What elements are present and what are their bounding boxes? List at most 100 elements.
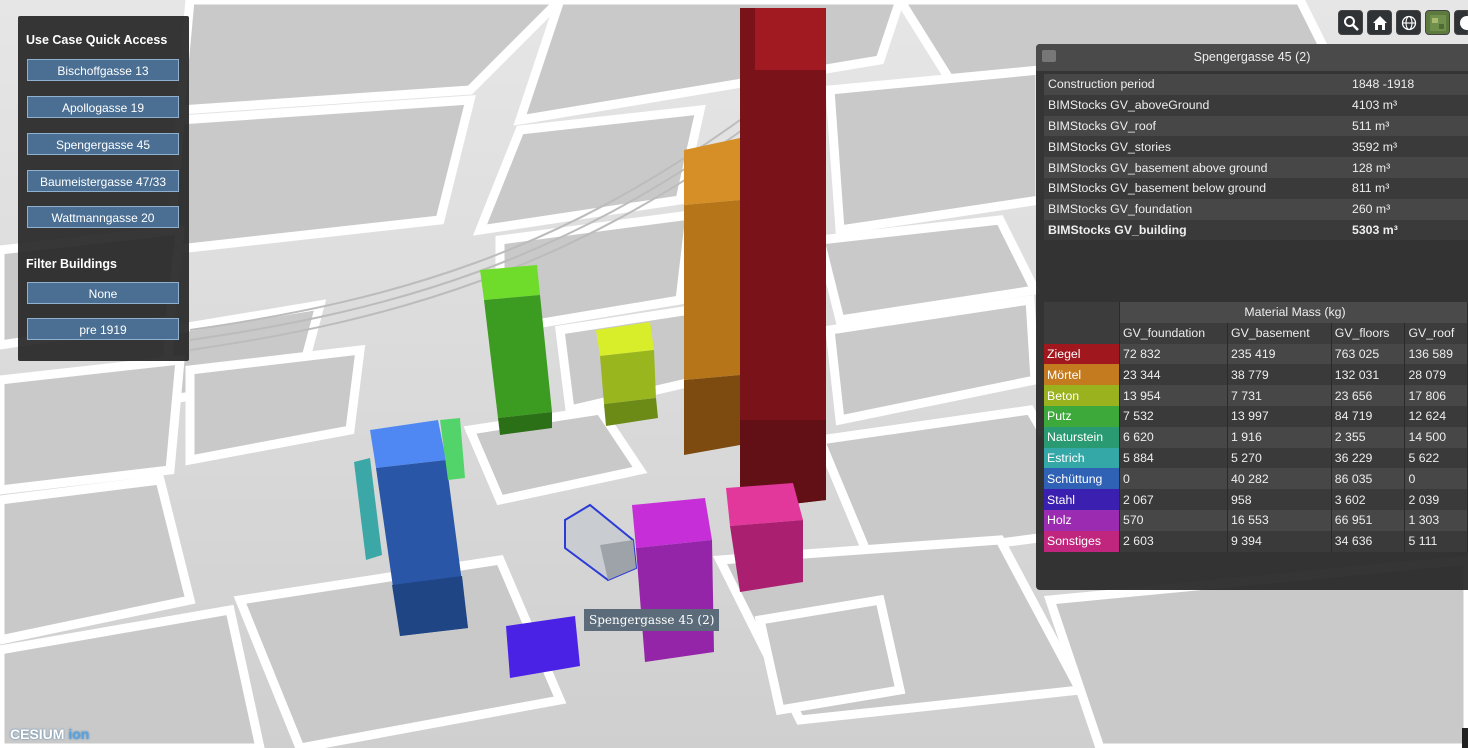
property-row: BIMStocks GV_foundation 260 m³: [1044, 198, 1468, 220]
base-layer-picker-button[interactable]: [1425, 10, 1450, 35]
building-yellow-green[interactable]: [596, 322, 658, 426]
material-value: 14 500: [1404, 426, 1468, 448]
material-name: Estrich: [1044, 447, 1120, 469]
property-row: Construction period 1848 -1918: [1044, 74, 1468, 95]
property-value: 260 m³: [1348, 198, 1468, 220]
material-header-blank: [1044, 302, 1120, 323]
material-value: 1 916: [1227, 426, 1332, 448]
quick-access-panel: Use Case Quick Access Bischoffgasse 13 A…: [18, 16, 189, 361]
material-value: 2 603: [1119, 530, 1229, 552]
property-value: 3592 m³: [1348, 136, 1468, 158]
property-value: 811 m³: [1348, 177, 1468, 199]
property-label: BIMStocks GV_basement below ground: [1044, 177, 1348, 199]
material-value: 5 111: [1404, 530, 1468, 552]
material-column-blank: [1044, 322, 1120, 344]
cesium-logo-text: CESIUM: [10, 726, 65, 742]
property-row: BIMStocks GV_stories 3592 m³: [1044, 136, 1468, 158]
info-box: Spengergasse 45 (2) Construction period 1…: [1036, 44, 1468, 590]
material-value: 13 997: [1227, 405, 1332, 427]
material-value: 763 025: [1331, 343, 1406, 365]
filter-button-none[interactable]: None: [27, 282, 179, 304]
property-row: BIMStocks GV_roof 511 m³: [1044, 115, 1468, 137]
material-value: 40 282: [1227, 468, 1332, 490]
property-row: BIMStocks GV_aboveGround 4103 m³: [1044, 94, 1468, 116]
search-icon: [1344, 16, 1359, 31]
home-icon: [1373, 16, 1387, 30]
material-value: 5 622: [1404, 447, 1468, 469]
help-icon: [1460, 16, 1468, 30]
column-header: GV_roof: [1404, 322, 1468, 344]
material-value: 7 731: [1227, 385, 1332, 406]
filter-buildings-title: Filter Buildings: [26, 257, 117, 271]
property-label: BIMStocks GV_stories: [1044, 136, 1348, 158]
building-spengergasse-red[interactable]: [740, 8, 826, 510]
property-value: 1848 -1918: [1348, 74, 1468, 95]
property-label: BIMStocks GV_foundation: [1044, 198, 1348, 220]
material-row: Holz 570 16 553 66 951 1 303: [1044, 509, 1468, 531]
material-value: 9 394: [1227, 530, 1332, 552]
material-value: 136 589: [1404, 343, 1468, 365]
scene-mode-button[interactable]: [1396, 10, 1421, 35]
property-row: BIMStocks GV_building 5303 m³: [1044, 219, 1468, 241]
property-value: 5303 m³: [1348, 219, 1468, 241]
home-button[interactable]: [1367, 10, 1392, 35]
material-value: 0: [1119, 468, 1229, 490]
material-value: 16 553: [1227, 509, 1332, 531]
material-row: Sonstiges 2 603 9 394 34 636 5 111: [1044, 530, 1468, 552]
material-mass-table: Material Mass (kg) GV_foundation GV_base…: [1044, 302, 1468, 552]
property-table: Construction period 1848 -1918 BIMStocks G…: [1044, 74, 1468, 241]
material-table-title: Material Mass (kg): [1119, 302, 1468, 323]
cesium-ion-logo[interactable]: CESIUM ion: [10, 726, 89, 742]
material-value: 7 532: [1119, 405, 1229, 427]
material-row: Schüttung 0 40 282 86 035 0: [1044, 468, 1468, 490]
material-name: Putz: [1044, 405, 1120, 427]
material-value: 570: [1119, 509, 1229, 531]
quick-access-button-apollogasse[interactable]: Apollogasse 19: [27, 96, 179, 118]
material-value: 12 624: [1404, 405, 1468, 427]
property-label: BIMStocks GV_basement above ground: [1044, 157, 1348, 178]
material-value: 23 344: [1119, 364, 1229, 386]
property-value: 4103 m³: [1348, 94, 1468, 116]
material-row: Naturstein 6 620 1 916 2 355 14 500: [1044, 426, 1468, 448]
property-label: BIMStocks GV_roof: [1044, 115, 1348, 137]
building-purple[interactable]: [632, 498, 714, 662]
material-value: 5 884: [1119, 447, 1229, 469]
column-header: GV_basement: [1227, 322, 1332, 344]
material-value: 84 719: [1331, 405, 1406, 427]
material-value: 3 602: [1331, 489, 1406, 510]
camera-icon[interactable]: [1042, 50, 1056, 62]
material-value: 28 079: [1404, 364, 1468, 386]
material-value: 2 067: [1119, 489, 1229, 510]
ion-logo-text: ion: [68, 726, 90, 742]
material-value: 13 954: [1119, 385, 1229, 406]
quick-access-button-spengergasse[interactable]: Spengergasse 45: [27, 133, 179, 155]
quick-access-title: Use Case Quick Access: [26, 33, 168, 47]
material-name: Naturstein: [1044, 426, 1120, 448]
property-value: 128 m³: [1348, 157, 1468, 178]
globe-icon: [1401, 15, 1417, 31]
help-button[interactable]: [1454, 10, 1468, 35]
material-value: 72 832: [1119, 343, 1229, 365]
property-label: Construction period: [1044, 74, 1348, 95]
search-button[interactable]: [1338, 10, 1363, 35]
property-label: BIMStocks GV_building: [1044, 219, 1348, 241]
info-box-title: Spengergasse 45 (2): [1036, 44, 1468, 71]
material-value: 5 270: [1227, 447, 1332, 469]
material-row: Beton 13 954 7 731 23 656 17 806: [1044, 385, 1468, 406]
building-magenta[interactable]: [726, 483, 803, 592]
quick-access-button-baumeistergasse[interactable]: Baumeistergasse 47/33: [27, 170, 179, 192]
material-name: Beton: [1044, 385, 1120, 406]
layer-picker-icon: [1430, 15, 1446, 31]
material-name: Schüttung: [1044, 468, 1120, 490]
material-value: 34 636: [1331, 530, 1406, 552]
material-value: 17 806: [1404, 385, 1468, 406]
filter-button-pre-1919[interactable]: pre 1919: [27, 318, 179, 340]
quick-access-button-wattmanngasse[interactable]: Wattmanngasse 20: [27, 206, 179, 228]
material-name: Mörtel: [1044, 364, 1120, 386]
material-value: 66 951: [1331, 509, 1406, 531]
material-value: 38 779: [1227, 364, 1332, 386]
material-value: 0: [1404, 468, 1468, 490]
material-row: Putz 7 532 13 997 84 719 12 624: [1044, 405, 1468, 427]
building-orange[interactable]: [684, 138, 740, 455]
quick-access-button-bischoffgasse[interactable]: Bischoffgasse 13: [27, 59, 179, 81]
